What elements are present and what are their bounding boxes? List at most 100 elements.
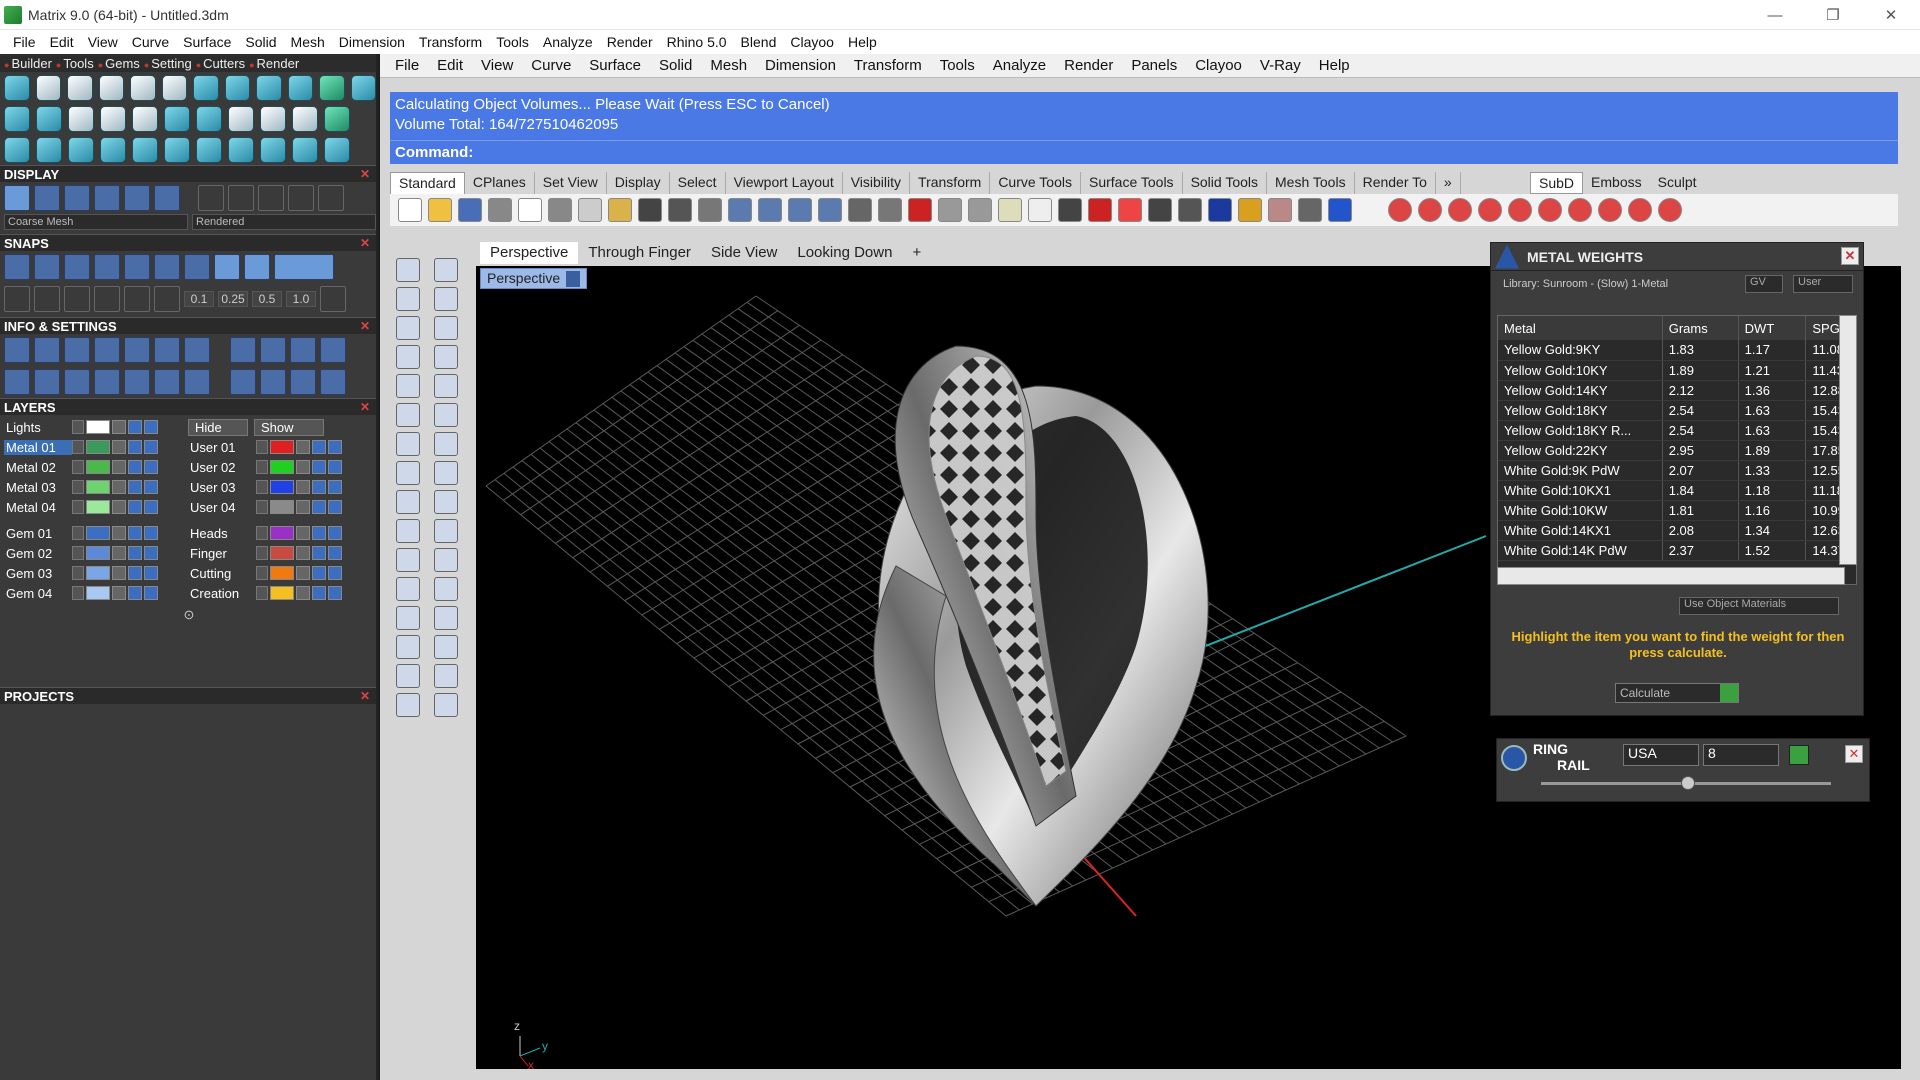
layer-gem-04-lock-icon[interactable] [112, 586, 126, 600]
layer-user-03-lock-icon[interactable] [296, 480, 310, 494]
snap-end-icon[interactable] [4, 254, 30, 280]
rhino-menu-surface[interactable]: Surface [580, 57, 650, 74]
table-row[interactable]: Yellow Gold:18KY R... 2.54 1.63 15.43 [1498, 420, 1856, 441]
rhino-menu-view[interactable]: View [472, 57, 522, 74]
band-icon[interactable] [287, 74, 313, 101]
align-icon[interactable] [434, 519, 458, 543]
layer-user-04-expand-icon[interactable] [256, 500, 268, 514]
chamfer-icon[interactable] [434, 548, 458, 572]
layer-user-03-name[interactable]: User 03 [188, 480, 256, 495]
ring-icon[interactable] [130, 74, 156, 101]
copy-tool-icon[interactable] [260, 337, 286, 363]
layer-user-01-color-swatch[interactable] [270, 440, 294, 454]
sphere-icon[interactable] [1148, 198, 1172, 222]
layer-user-04-visibility-icon[interactable] [312, 500, 326, 514]
rhino-menu-solid[interactable]: Solid [650, 57, 701, 74]
layer-user-01-name[interactable]: User 01 [188, 440, 256, 455]
pave-icon[interactable] [193, 74, 219, 101]
layer-finger-select-icon[interactable] [328, 546, 342, 560]
layer-heads-name[interactable]: Heads [188, 526, 256, 541]
display-mode-select[interactable]: Rendered [192, 214, 376, 230]
layer-metal-03-select-icon[interactable] [144, 480, 158, 494]
pan-icon[interactable] [668, 198, 692, 222]
calculate-button[interactable]: Calculate [1615, 683, 1739, 703]
rhino-menu-render[interactable]: Render [1055, 57, 1122, 74]
ring-rail-slider-knob[interactable] [1681, 776, 1695, 790]
layer-finger-color-swatch[interactable] [270, 546, 294, 560]
layer-finger-expand-icon[interactable] [256, 546, 268, 560]
close-button[interactable]: ✕ [1862, 0, 1920, 30]
subd-gear-icon[interactable] [1568, 198, 1592, 222]
subd-fill-icon[interactable] [1508, 198, 1532, 222]
dimension-icon[interactable] [434, 490, 458, 514]
polygon-icon[interactable] [396, 345, 420, 369]
show-layers-button[interactable]: Show [254, 418, 324, 436]
drop-icon[interactable] [292, 105, 318, 132]
layer-gem-03-expand-icon[interactable] [72, 566, 84, 580]
layer-user-03-color-swatch[interactable] [270, 480, 294, 494]
layer-user-01-expand-icon[interactable] [256, 440, 268, 454]
shield-icon[interactable] [1088, 198, 1112, 222]
tab-viewport-layout[interactable]: Viewport Layout [726, 172, 843, 194]
table-row[interactable]: White Gold:14K PdW 2.37 1.52 14.37 [1498, 540, 1856, 561]
layer-heads-select-icon[interactable] [328, 526, 342, 540]
tab-select[interactable]: Select [670, 172, 726, 194]
layer-user-04-color-swatch[interactable] [270, 500, 294, 514]
layer-gem-04-select-icon[interactable] [144, 586, 158, 600]
prong-icon[interactable] [196, 105, 222, 132]
layer-gem-04-color-swatch[interactable] [86, 586, 110, 600]
frame-icon[interactable] [161, 74, 187, 101]
tab-transform[interactable]: Transform [910, 172, 991, 194]
four-view-icon[interactable] [878, 198, 902, 222]
circle-icon[interactable] [324, 136, 350, 163]
scale-icon[interactable] [228, 136, 254, 163]
select-icon[interactable] [396, 258, 420, 282]
gumball-icon[interactable] [154, 286, 180, 312]
ghosted-icon[interactable] [124, 185, 150, 211]
tab-cplanes[interactable]: CPlanes [465, 172, 535, 194]
osnap-icon[interactable] [94, 286, 120, 312]
layer-lights-lock-icon[interactable] [112, 420, 126, 434]
blend-icon[interactable] [396, 548, 420, 572]
ring-rail-close-icon[interactable]: ✕ [1845, 745, 1863, 763]
snap-toggle-button[interactable] [274, 254, 334, 280]
ellipse-icon[interactable] [434, 316, 458, 340]
layer-metal-01-expand-icon[interactable] [72, 440, 84, 454]
cut-icon[interactable] [548, 198, 572, 222]
layer-creation-name[interactable]: Creation [188, 586, 256, 601]
table-row[interactable]: Yellow Gold:10KY 1.89 1.21 11.43 [1498, 360, 1856, 381]
projects-close-icon[interactable]: ✕ [360, 689, 370, 703]
rhino-menu-clayoo[interactable]: Clayoo [1186, 57, 1251, 74]
layer-gem-04-visibility-icon[interactable] [128, 586, 142, 600]
layer-metal-04-lock-icon[interactable] [112, 500, 126, 514]
gem-icon[interactable] [35, 74, 61, 101]
points-icon[interactable] [998, 198, 1022, 222]
tab-mesh-tools[interactable]: Mesh Tools [1267, 172, 1355, 194]
tab-visibility[interactable]: Visibility [843, 172, 911, 194]
layer-creation-expand-icon[interactable] [256, 586, 268, 600]
tab-subd[interactable]: SubD [1530, 172, 1584, 194]
finish-icon[interactable] [320, 369, 346, 395]
table-icon[interactable] [184, 369, 210, 395]
material-silver-icon[interactable] [288, 185, 314, 211]
polyline-icon[interactable] [396, 287, 420, 311]
tab-solid-tools[interactable]: Solid Tools [1183, 172, 1268, 194]
bend-icon[interactable] [196, 136, 222, 163]
layer-creation-visibility-icon[interactable] [312, 586, 326, 600]
layer-user-04-lock-icon[interactable] [296, 500, 310, 514]
menu-blend[interactable]: Blend [734, 34, 784, 50]
extend-icon[interactable] [434, 606, 458, 630]
layer-user-02-expand-icon[interactable] [256, 460, 268, 474]
rhino-menu-analyze[interactable]: Analyze [984, 57, 1055, 74]
layer-metal-04-select-icon[interactable] [144, 500, 158, 514]
grid-icon[interactable] [36, 105, 62, 132]
paste-icon[interactable] [608, 198, 632, 222]
text-icon[interactable] [396, 577, 420, 601]
fillet-icon[interactable] [434, 374, 458, 398]
menu-solid[interactable]: Solid [238, 34, 283, 50]
hexagon-icon[interactable] [396, 374, 420, 398]
tab-more[interactable]: » [1436, 172, 1461, 194]
layout-icon[interactable] [4, 369, 30, 395]
matrix-tab-setting[interactable]: Setting [144, 56, 191, 71]
tab-surface-tools[interactable]: Surface Tools [1081, 172, 1183, 194]
